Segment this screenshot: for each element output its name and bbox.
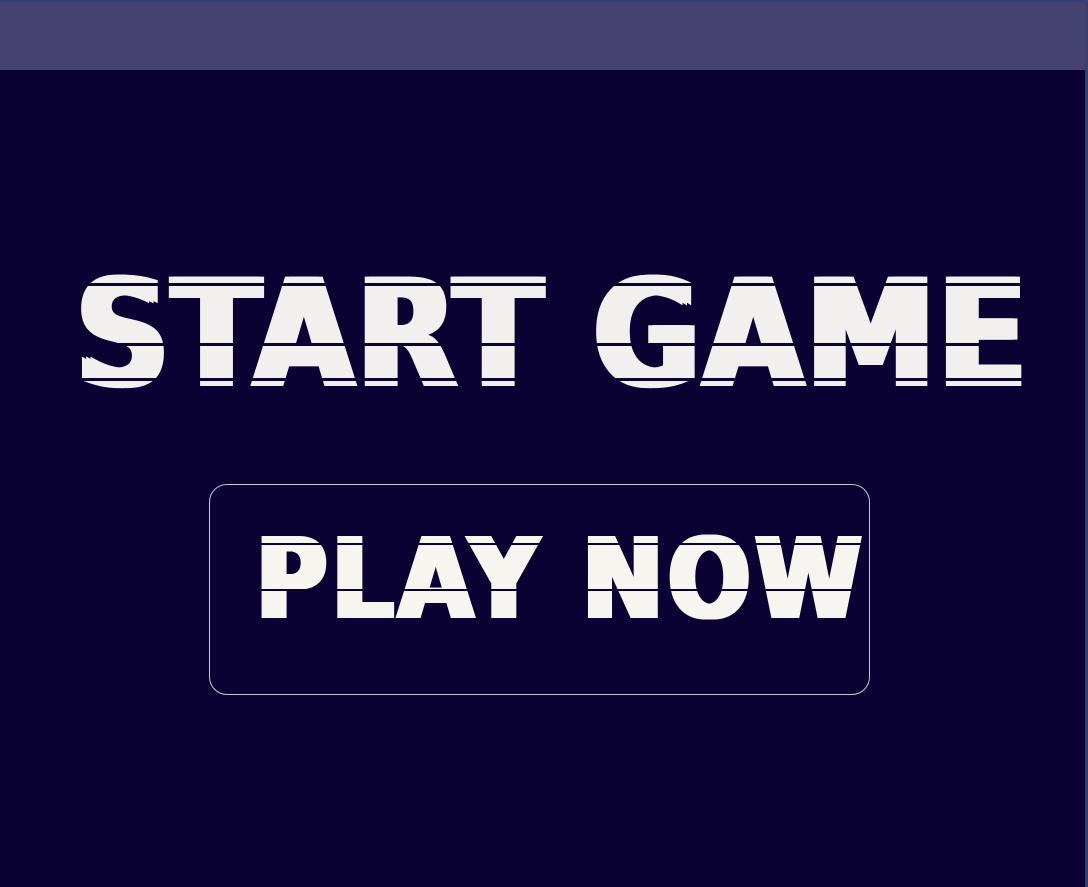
title-glitch-lines [0,283,1085,401]
game-start-screen: START GAME PLAY NOW [0,0,1088,887]
glitch-line [210,589,869,591]
glitch-line [210,622,869,624]
play-now-button[interactable]: PLAY NOW [209,484,870,695]
top-bar [0,0,1085,70]
play-now-label: PLAY NOW [256,515,867,645]
glitch-line [210,543,869,545]
start-game-title: START GAME [76,248,1030,422]
